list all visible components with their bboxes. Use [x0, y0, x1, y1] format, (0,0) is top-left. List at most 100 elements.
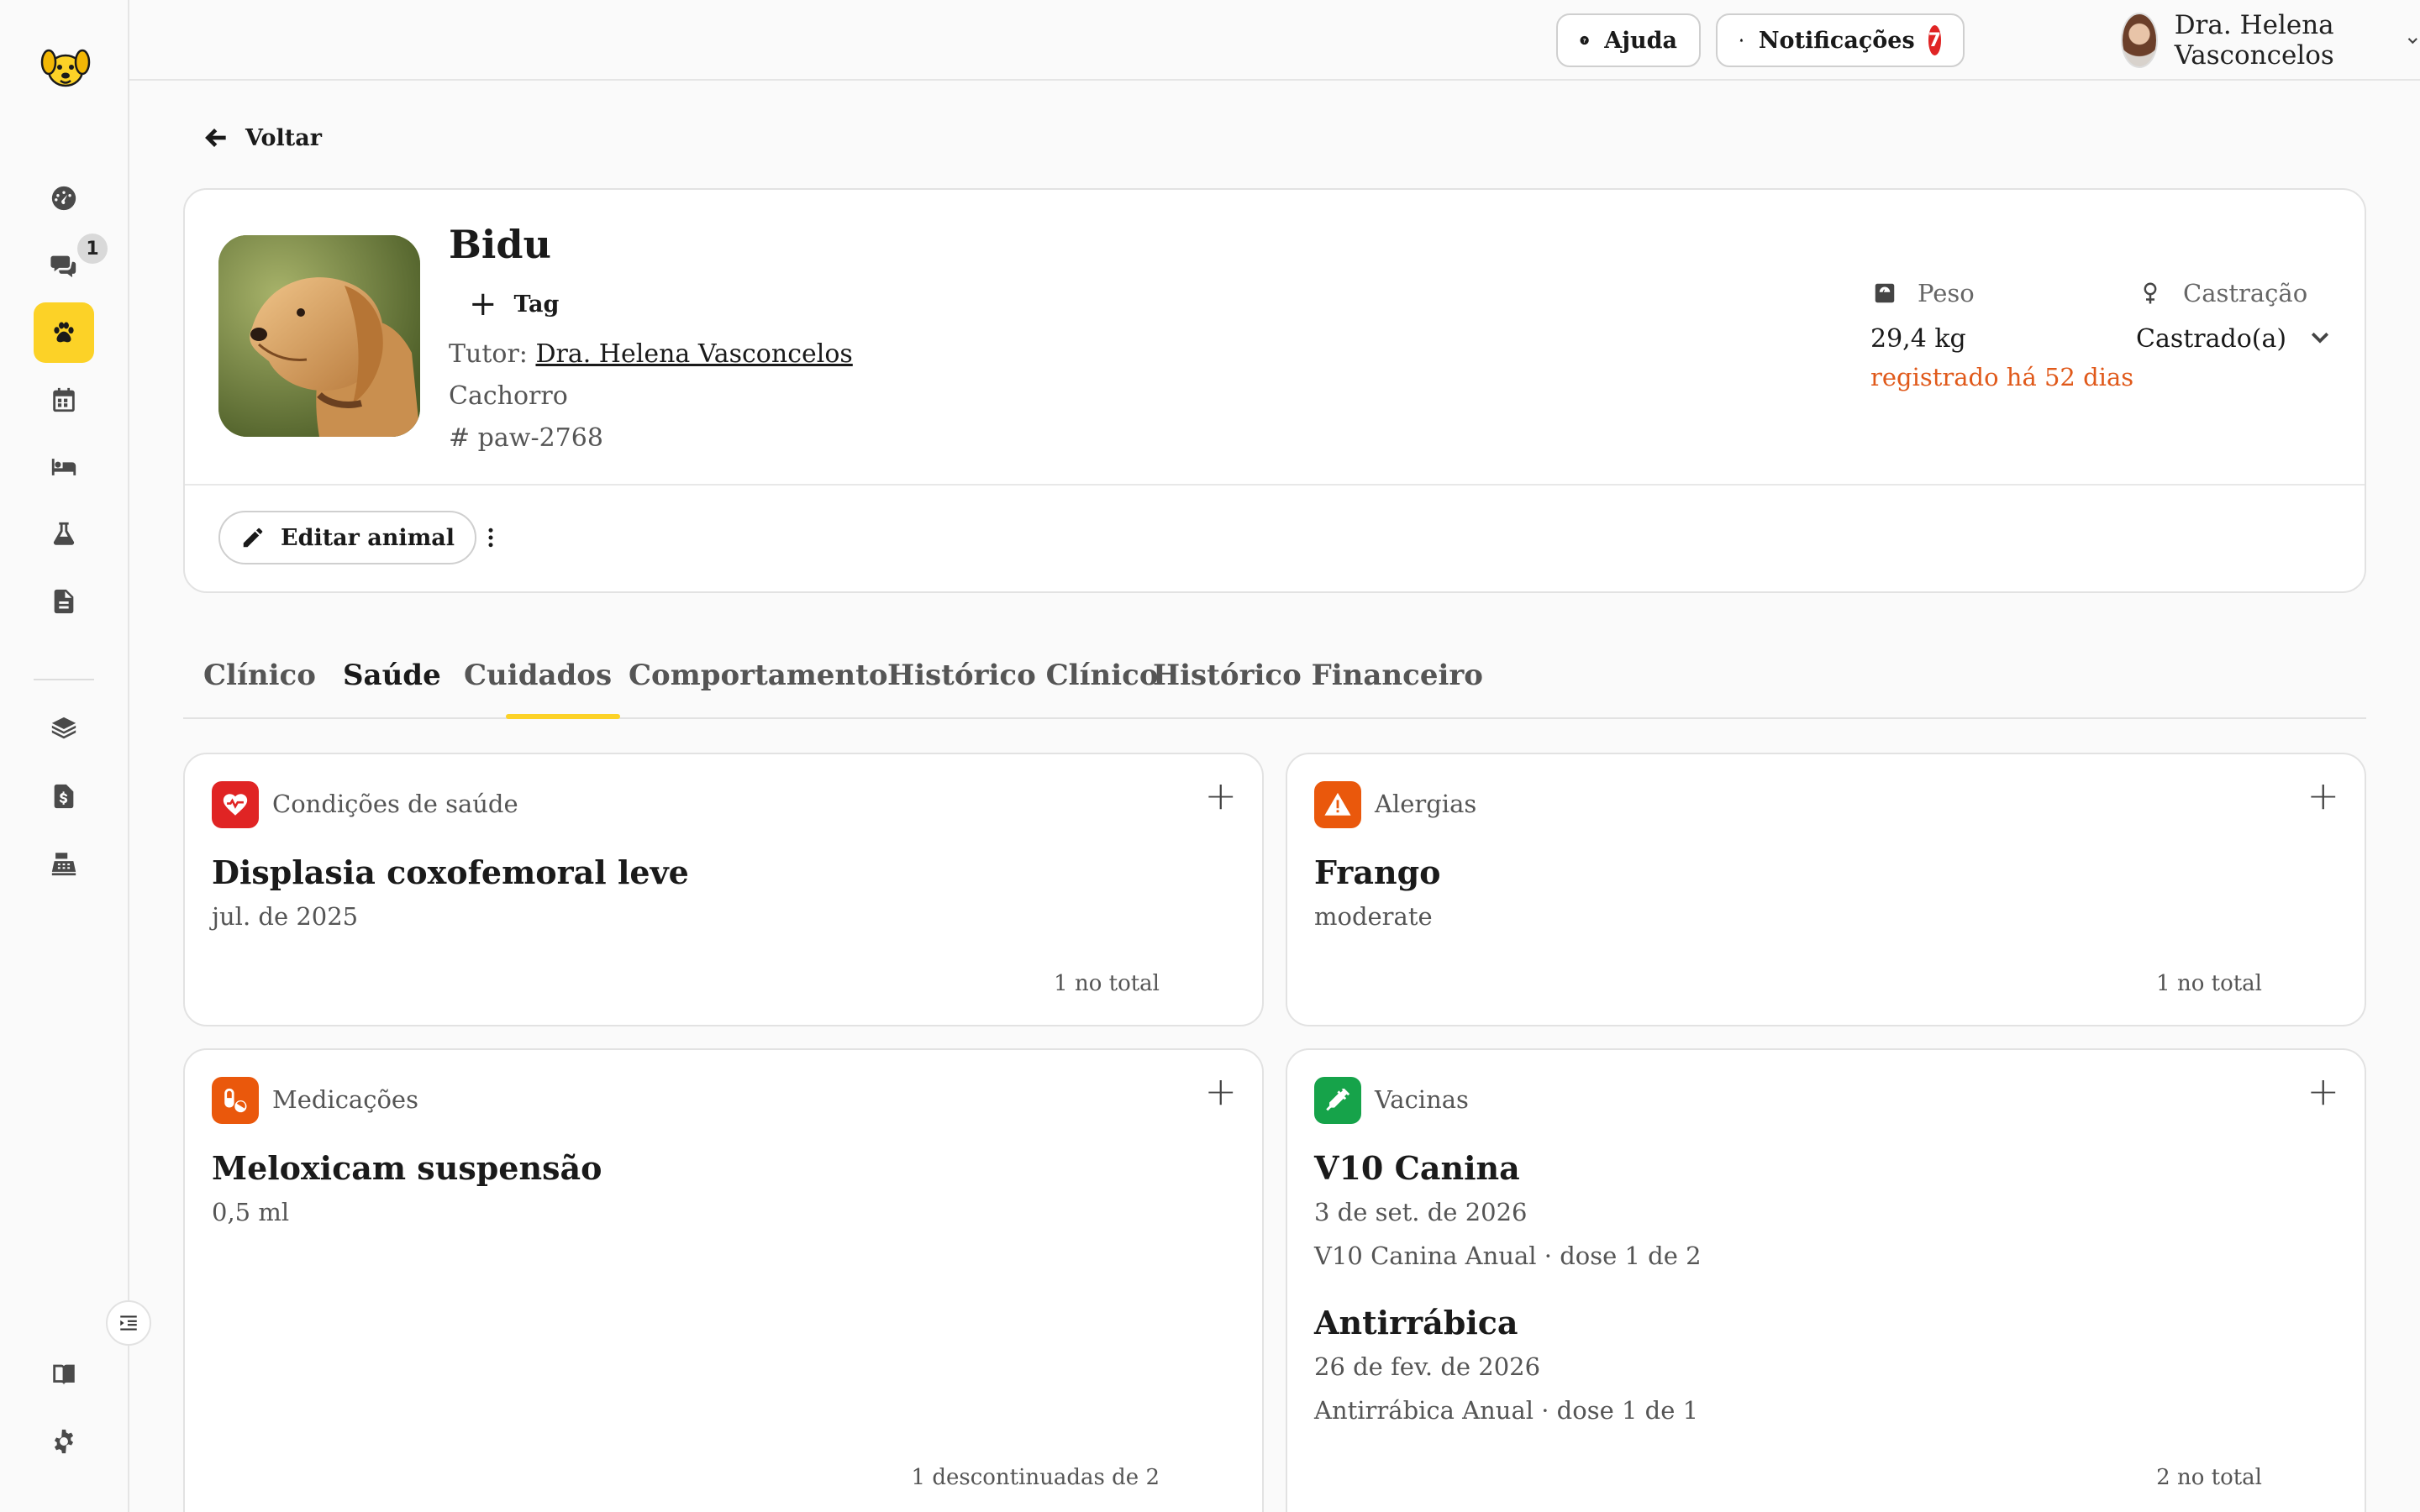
vaccine-name[interactable]: Antirrábica — [1314, 1304, 1518, 1341]
edit-animal-button[interactable]: Editar animal — [218, 511, 477, 564]
notifications-label: Notificações — [1758, 27, 1915, 54]
pet-profile-card: Bidu + Tag Tutor: Dra. Helena Vasconcelo… — [183, 188, 2366, 593]
castration-label-row: Castração — [2138, 279, 2307, 307]
weight-label: Peso — [1918, 279, 1975, 307]
plus-icon: + — [469, 285, 497, 323]
tab-historico-clinico[interactable]: Histórico Clínico — [887, 659, 1159, 719]
weight-value: 29,4 kg — [1870, 324, 1966, 354]
tab-comportamento[interactable]: Comportamento — [629, 659, 888, 719]
castration-value: Castrado(a) — [2136, 324, 2287, 354]
warning-triangle-icon — [1314, 781, 1361, 828]
add-allergy-button[interactable]: + — [2307, 776, 2339, 815]
weight-scale-icon — [1875, 283, 1895, 303]
medication-dose: 0,5 ml — [212, 1198, 290, 1226]
tabs-bar: Clínico Saúde Cuidados Comportamento His… — [183, 647, 2366, 719]
vaccine-protocol: V10 Canina Anual · dose 1 de 2 — [1314, 1242, 1702, 1270]
flask-icon[interactable] — [34, 504, 94, 564]
dog-logo-icon[interactable] — [37, 37, 94, 94]
pet-photo — [218, 235, 420, 437]
add-tag-button[interactable]: + Tag — [469, 287, 559, 321]
add-vaccine-button[interactable]: + — [2307, 1072, 2339, 1110]
arrow-left-icon — [205, 129, 226, 147]
user-menu[interactable]: Dra. Helena Vasconcelos — [2121, 10, 2420, 71]
collapse-sidebar-button[interactable] — [106, 1300, 151, 1346]
chevron-down-icon — [2408, 38, 2418, 45]
condition-date: jul. de 2025 — [212, 902, 359, 931]
medication-name[interactable]: Meloxicam suspensão — [212, 1149, 602, 1187]
card-title: Condições de saúde — [272, 790, 518, 818]
tutor-prefix: Tutor: — [449, 339, 528, 369]
card-footer-count: 1 no total — [2156, 971, 2262, 996]
male-symbol-icon — [2144, 282, 2157, 304]
vaccine-protocol: Antirrábica Anual · dose 1 de 1 — [1314, 1396, 1699, 1425]
tab-cuidados[interactable]: Cuidados — [464, 659, 612, 719]
heart-pulse-icon — [212, 781, 259, 828]
profile-divider — [185, 484, 2365, 486]
allergy-severity: moderate — [1314, 902, 1433, 931]
allergy-name[interactable]: Frango — [1314, 853, 1441, 891]
bed-icon[interactable] — [34, 437, 94, 497]
avatar — [2121, 13, 2158, 68]
castration-label: Castração — [2183, 279, 2308, 307]
back-label: Voltar — [245, 124, 322, 151]
help-button[interactable]: ? Ajuda — [1556, 13, 1701, 67]
vaccines-card: Vacinas + V10 Canina 3 de set. de 2026 V… — [1286, 1048, 2366, 1512]
notifications-button[interactable]: Notificações 7 — [1716, 13, 1965, 67]
tab-historico-financeiro[interactable]: Histórico Financeiro — [1153, 659, 1483, 719]
tag-label: Tag — [513, 291, 560, 318]
pills-icon — [212, 1077, 259, 1124]
vaccine-date: 3 de set. de 2026 — [1314, 1198, 1528, 1226]
invoice-icon[interactable] — [34, 766, 94, 827]
help-circle-icon: ? — [1580, 35, 1589, 45]
svg-text:?: ? — [1583, 37, 1586, 44]
document-icon[interactable] — [34, 571, 94, 632]
condition-name[interactable]: Displasia coxofemoral leve — [212, 853, 689, 891]
tutor-line: Tutor: Dra. Helena Vasconcelos — [449, 339, 853, 369]
card-title: Alergias — [1375, 790, 1477, 818]
paw-icon[interactable] — [34, 302, 94, 363]
help-label: Ajuda — [1604, 27, 1677, 54]
card-footer-count: 1 descontinuadas de 2 — [911, 1465, 1160, 1490]
top-bar: ? Ajuda Notificações 7 Dra. Helena Vasco… — [129, 0, 2420, 81]
pet-species: Cachorro — [449, 381, 568, 411]
back-link[interactable]: Voltar — [203, 124, 322, 151]
pet-id: # paw-2768 — [449, 423, 603, 453]
vaccine-date: 26 de fev. de 2026 — [1314, 1352, 1541, 1381]
dashboard-icon[interactable] — [34, 168, 94, 228]
bell-icon — [1739, 38, 1744, 43]
vaccine-name[interactable]: V10 Canina — [1314, 1149, 1520, 1187]
card-title: Vacinas — [1375, 1085, 1469, 1114]
more-options-button[interactable] — [474, 521, 508, 554]
tab-saude[interactable]: Saúde — [343, 659, 441, 719]
active-tab-indicator — [506, 714, 620, 719]
card-title: Medicações — [272, 1085, 418, 1114]
book-icon[interactable] — [34, 1344, 94, 1404]
chevron-down-icon[interactable] — [2307, 324, 2333, 349]
user-name: Dra. Helena Vasconcelos — [2174, 10, 2334, 71]
tutor-link[interactable]: Dra. Helena Vasconcelos — [535, 339, 852, 369]
syringe-icon — [1314, 1077, 1361, 1124]
calendar-icon[interactable] — [34, 370, 94, 430]
pencil-icon — [243, 528, 263, 548]
weight-recorded-note: registrado há 52 dias — [1870, 363, 2134, 391]
sidebar-divider — [34, 679, 94, 680]
medications-card: Medicações + Meloxicam suspensão 0,5 ml … — [183, 1048, 1264, 1512]
pet-name: Bidu — [449, 222, 551, 267]
health-conditions-card: Condições de saúde + Displasia coxofemor… — [183, 753, 1264, 1026]
kebab-menu-icon — [488, 528, 493, 548]
card-footer-count: 1 no total — [1054, 971, 1160, 996]
notifications-count-badge: 7 — [1928, 25, 1941, 55]
settings-gear-icon[interactable] — [34, 1411, 94, 1472]
chat-badge: 1 — [77, 234, 108, 264]
sidebar: 1 — [0, 0, 151, 1512]
allergies-card: Alergias + Frango moderate 1 no total — [1286, 753, 2366, 1026]
add-condition-button[interactable]: + — [1204, 776, 1237, 815]
weight-label-row: Peso — [1872, 279, 1975, 307]
indent-icon — [120, 1315, 137, 1331]
add-medication-button[interactable]: + — [1204, 1072, 1237, 1110]
cash-register-icon[interactable] — [34, 833, 94, 894]
tab-clinico[interactable]: Clínico — [203, 659, 316, 719]
card-footer-count: 2 no total — [2156, 1465, 2262, 1490]
chat-icon[interactable]: 1 — [34, 234, 108, 296]
inventory-box-icon[interactable] — [34, 699, 94, 759]
